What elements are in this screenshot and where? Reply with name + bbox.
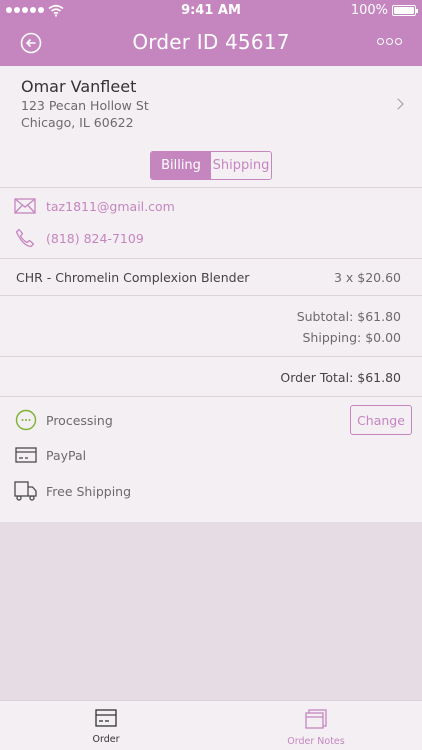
tab-order[interactable]: Order	[56, 709, 156, 745]
divider	[0, 258, 422, 259]
shipping-method-label: Free Shipping	[46, 483, 132, 499]
email-row[interactable]: taz1811@gmail.com	[14, 196, 175, 216]
customer-name: Omar Vanfleet	[21, 77, 137, 96]
payment-method-label: PayPal	[46, 447, 87, 463]
more-options-button[interactable]	[377, 38, 402, 45]
processing-icon	[14, 409, 38, 431]
shipping-method-row: Free Shipping	[14, 480, 131, 502]
status-bar: 9:41 AM 100%	[0, 0, 422, 22]
order-tab-icon	[95, 709, 117, 727]
mail-icon	[14, 196, 36, 216]
credit-card-icon	[14, 444, 38, 466]
payment-row: PayPal	[14, 444, 86, 466]
shipping-cost-text: Shipping: $0.00	[302, 330, 402, 345]
more-dot-icon	[395, 38, 402, 45]
divider	[0, 356, 422, 357]
line-item-quantity-price: 3 x $20.60	[333, 270, 401, 285]
tab-order-label: Order	[92, 734, 120, 745]
order-status-row: Processing	[14, 409, 113, 431]
more-dot-icon	[377, 38, 384, 45]
battery-percentage: 100%	[350, 3, 388, 18]
line-item-name: CHR - Chromelin Complexion Blender	[16, 270, 250, 285]
email-link[interactable]: taz1811@gmail.com	[46, 199, 175, 214]
phone-link[interactable]: (818) 824-7109	[46, 231, 144, 246]
delivery-truck-icon	[14, 480, 38, 502]
divider	[0, 187, 422, 188]
shipping-tab[interactable]: Shipping	[211, 152, 271, 179]
tab-order-notes[interactable]: Order Notes	[266, 709, 366, 747]
divider	[0, 295, 422, 296]
order-status-label: Processing	[46, 412, 113, 428]
order-total-text: Order Total: $61.80	[280, 370, 401, 385]
order-details: Omar Vanfleet 123 Pecan Hollow St Chicag…	[0, 66, 422, 522]
page-title: Order ID 45617	[132, 30, 290, 54]
tab-order-notes-label: Order Notes	[287, 736, 345, 747]
phone-icon	[14, 228, 36, 248]
chevron-right-icon	[392, 98, 404, 110]
notes-tab-icon	[305, 709, 327, 729]
address-type-toggle: Billing Shipping	[150, 151, 272, 180]
phone-row[interactable]: (818) 824-7109	[14, 228, 144, 248]
battery-icon	[392, 5, 418, 16]
tab-bar: Order Order Notes	[0, 700, 422, 750]
billing-tab[interactable]: Billing	[151, 152, 211, 179]
header-bar: 9:41 AM 100% Order ID 45617	[0, 0, 422, 66]
change-status-button[interactable]: Change	[350, 405, 412, 435]
empty-area	[0, 522, 422, 700]
customer-address-line1: 123 Pecan Hollow St	[21, 98, 149, 113]
divider	[0, 396, 422, 397]
customer-address-line2: Chicago, IL 60622	[21, 115, 134, 130]
more-dot-icon	[386, 38, 393, 45]
subtotal-text: Subtotal: $61.80	[296, 309, 401, 324]
